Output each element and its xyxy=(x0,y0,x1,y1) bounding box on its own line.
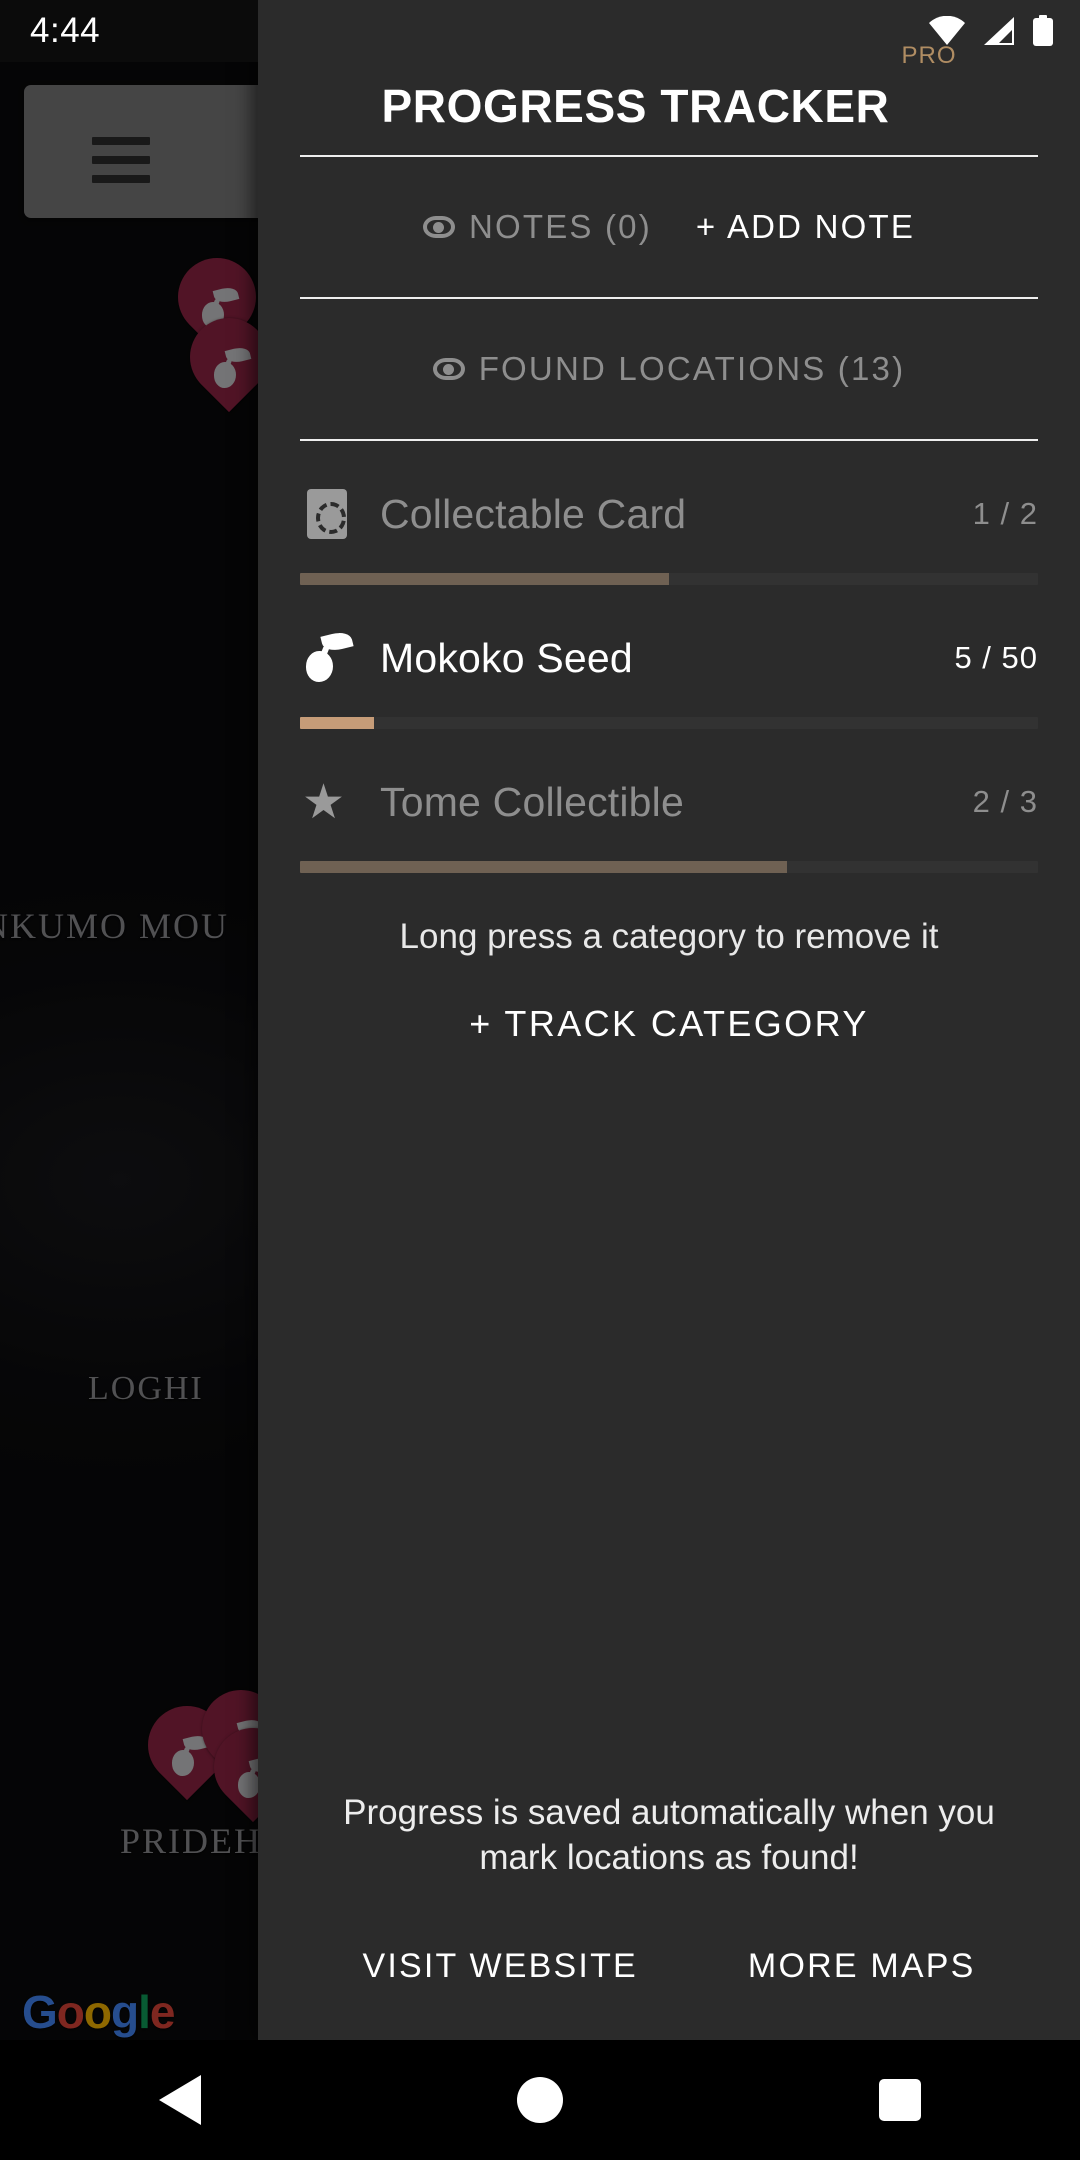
map-pin-mokoko-seed[interactable] xyxy=(173,301,285,413)
page-title: PROGRESS TRACKER xyxy=(381,80,890,132)
add-note-button[interactable]: + ADD NOTE xyxy=(696,208,915,246)
notes-toggle[interactable]: NOTES (0) xyxy=(422,208,652,246)
google-letter: o xyxy=(56,1986,85,2038)
hamburger-menu-icon xyxy=(92,156,150,164)
category-progress-bar xyxy=(300,717,1038,729)
cellular-signal-icon xyxy=(984,17,1014,45)
status-bar-icons xyxy=(928,15,1054,47)
wifi-icon xyxy=(929,16,965,45)
map-label-region: NKUMO MOU xyxy=(0,906,230,946)
back-triangle-icon xyxy=(159,2075,201,2125)
hamburger-menu-button[interactable] xyxy=(24,85,272,218)
category-row-tome-collectible[interactable]: ★ Tome Collectible 2 / 3 xyxy=(300,729,1038,873)
eye-icon xyxy=(422,216,455,238)
category-row-collectable-card[interactable]: Collectable Card 1 / 2 xyxy=(300,441,1038,585)
divider xyxy=(300,155,1038,157)
notes-row: NOTES (0) + ADD NOTE xyxy=(300,157,1038,297)
more-maps-link[interactable]: MORE MAPS xyxy=(748,1947,976,1986)
category-count: 1 / 2 xyxy=(972,496,1038,531)
category-progress-fill xyxy=(300,573,669,585)
google-letter: o xyxy=(83,1986,112,2038)
divider xyxy=(300,439,1038,441)
star-icon: ★ xyxy=(302,776,346,829)
android-navigation-bar xyxy=(0,2040,1080,2160)
category-progress-fill xyxy=(300,717,374,729)
status-bar: 4:44 xyxy=(0,0,1080,62)
found-locations-row[interactable]: FOUND LOCATIONS (13) xyxy=(300,299,1038,439)
track-category-button[interactable]: + TRACK CATEGORY xyxy=(300,1003,1038,1045)
home-circle-icon xyxy=(517,2077,563,2123)
home-button[interactable] xyxy=(480,2040,600,2160)
footer-links: VISIT WEBSITE MORE MAPS xyxy=(300,1947,1038,1986)
category-name: Tome Collectible xyxy=(380,778,684,825)
found-locations-toggle[interactable]: FOUND LOCATIONS (13) xyxy=(432,350,906,388)
autosave-note: Progress is saved automatically when you… xyxy=(343,1793,995,1878)
mokoko-seed-pin-icon xyxy=(208,345,252,390)
recents-button[interactable] xyxy=(840,2040,960,2160)
map-label-region: LOGHI xyxy=(88,1370,204,1407)
app-screen: NKUMO MOU LOGHI PRIDEH Google 4:44 PROGR… xyxy=(0,0,1080,2160)
google-letter: G xyxy=(22,1986,58,2038)
category-progress-bar xyxy=(300,573,1038,585)
panel-footer: Progress is saved automatically when you… xyxy=(258,1791,1080,2040)
category-progress-fill xyxy=(300,861,788,873)
map-label-region: PRIDEH xyxy=(120,1821,263,1861)
category-progress-bar xyxy=(300,861,1038,873)
divider xyxy=(300,297,1038,299)
hamburger-menu-icon xyxy=(92,137,150,145)
category-count: 2 / 3 xyxy=(972,784,1038,819)
collectable-card-icon xyxy=(300,487,354,541)
category-name: Mokoko Seed xyxy=(380,634,633,681)
google-letter: e xyxy=(149,1986,176,2038)
google-attribution-logo: Google xyxy=(22,1985,176,2039)
found-locations-label: FOUND LOCATIONS (13) xyxy=(478,350,906,387)
notes-label: NOTES (0) xyxy=(468,208,652,245)
google-letter: g xyxy=(111,1986,139,2038)
visit-website-link[interactable]: VISIT WEBSITE xyxy=(362,1947,637,1986)
progress-tracker-drawer: PROGRESS TRACKER PRO NOTES (0) + ADD NOT… xyxy=(258,0,1080,2040)
category-count: 5 / 50 xyxy=(954,640,1038,675)
panel-spacer xyxy=(300,1045,1038,1791)
status-bar-clock: 4:44 xyxy=(30,11,101,50)
recents-square-icon xyxy=(879,2079,921,2121)
google-letter: l xyxy=(138,1986,151,2038)
mokoko-seed-icon xyxy=(300,629,354,685)
category-row-mokoko-seed[interactable]: Mokoko Seed 5 / 50 xyxy=(300,585,1038,729)
long-press-hint: Long press a category to remove it xyxy=(399,917,939,956)
battery-icon xyxy=(1033,15,1053,46)
back-button[interactable] xyxy=(120,2040,240,2160)
eye-icon xyxy=(432,358,465,380)
hamburger-menu-icon xyxy=(92,175,150,183)
category-name: Collectable Card xyxy=(380,490,687,537)
